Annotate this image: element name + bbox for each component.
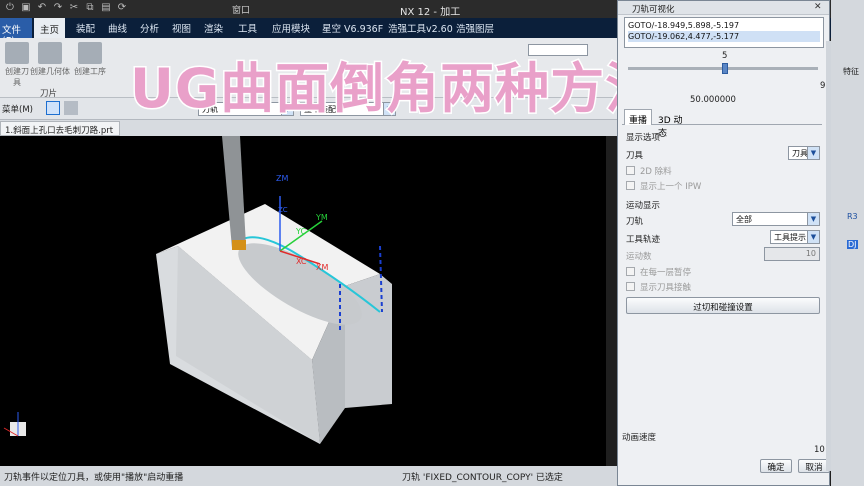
- tab-render[interactable]: 渲染: [204, 21, 223, 35]
- motion-count-label: 运动数: [626, 252, 652, 262]
- tab-assembly[interactable]: 装配: [76, 21, 95, 35]
- goto-line[interactable]: GOTO/-18.949,5.898,-5.197: [628, 20, 820, 31]
- chk-show-tool-contact[interactable]: [626, 282, 635, 291]
- menu-button[interactable]: 菜单(M): [2, 103, 33, 115]
- path-label: 刀轨: [626, 217, 644, 227]
- window-title: NX 12 - 加工: [400, 7, 461, 18]
- tab-app-modules[interactable]: 应用模块: [272, 21, 310, 35]
- tab-file[interactable]: 文件(F): [0, 18, 32, 47]
- motion-count-field[interactable]: 10: [764, 247, 820, 261]
- right-resource-bar: 特征 R3 DJ: [831, 0, 864, 486]
- tab-analysis[interactable]: 分析: [140, 21, 159, 35]
- close-icon[interactable]: ✕: [814, 2, 822, 12]
- tab-3d-dynamic[interactable]: 3D 动态: [654, 111, 694, 139]
- chk-show-prev-ipw-label: 显示上一个 IPW: [640, 182, 702, 192]
- create-tool-button[interactable]: 创建刀具: [2, 42, 32, 88]
- create-operation-label: 创建工序: [74, 67, 106, 76]
- undo-icon[interactable]: ↶: [36, 2, 48, 14]
- file-tab[interactable]: 1.斜面上孔口去毛刺刀路.prt: [0, 121, 120, 136]
- tool-icon: [5, 42, 29, 64]
- display-options-label: 显示选项: [626, 133, 661, 143]
- select-icon[interactable]: [46, 101, 60, 115]
- axis-zm: ZM: [276, 174, 288, 183]
- speed-slider-thumb[interactable]: [722, 63, 728, 74]
- axis-ym: YM: [315, 213, 328, 222]
- slider-value: 5: [722, 51, 728, 61]
- anim-speed-value: 10: [814, 445, 825, 455]
- operation-icon: [78, 42, 102, 64]
- tool-select[interactable]: 刀具 ▼: [788, 146, 820, 160]
- ok-button[interactable]: 确定: [760, 459, 792, 473]
- repeat-icon[interactable]: ⟳: [116, 2, 128, 14]
- goto-list[interactable]: GOTO/-18.949,5.898,-5.197 GOTO/-19.062,4…: [624, 17, 824, 48]
- tab-tools[interactable]: 工具: [238, 21, 257, 35]
- right-strip-feature: 特征: [843, 67, 859, 76]
- status-bar: 刀轨事件以定位刀具，或使用"播放"启动重播 刀轨 'FIXED_CONTOUR_…: [0, 466, 620, 486]
- tool-trace-select[interactable]: 工具提示 ▼: [770, 230, 820, 244]
- status-left: 刀轨事件以定位刀具，或使用"播放"启动重播: [4, 473, 184, 483]
- geometry-icon: [38, 42, 62, 64]
- create-geometry-button[interactable]: 创建几何体: [30, 42, 70, 77]
- tab-replay[interactable]: 重播: [624, 109, 652, 126]
- cut-icon[interactable]: ✂: [68, 2, 80, 14]
- tab-haoqiang-tools[interactable]: 浩强工具v2.60: [388, 21, 453, 35]
- graphics-viewport[interactable]: ZM YM XM YC XC ZC: [0, 136, 606, 466]
- chk-show-tool-contact-label: 显示刀具接触: [640, 283, 692, 293]
- copy-icon[interactable]: ⧉: [84, 2, 96, 14]
- chk-pause-each-level-label: 在每一层暂停: [640, 268, 692, 278]
- save-icon[interactable]: ▣: [20, 2, 32, 14]
- chk-2d-remove[interactable]: [626, 166, 635, 175]
- dialog-title: 刀轨可视化: [618, 1, 829, 15]
- dialog-blank-area: [620, 321, 828, 421]
- axis-xc: XC: [296, 257, 307, 266]
- window-menu[interactable]: 窗口: [232, 3, 250, 16]
- path-select[interactable]: 全部 ▼: [732, 212, 820, 226]
- create-geometry-label: 创建几何体: [30, 67, 70, 76]
- tab-view[interactable]: 视图: [172, 21, 191, 35]
- toolpath-visualization-dialog: 刀轨可视化 ✕ GOTO/-18.949,5.898,-5.197 GOTO/-…: [617, 0, 831, 486]
- video-overlay-title: UG曲面倒角两种方法: [128, 56, 661, 122]
- overcut-collision-button[interactable]: 过切和碰撞设置: [626, 297, 820, 314]
- snap-icon[interactable]: [64, 101, 78, 115]
- create-tool-label: 创建刀具: [5, 67, 29, 87]
- redo-icon[interactable]: ↷: [52, 2, 64, 14]
- status-right: 刀轨 'FIXED_CONTOUR_COPY' 已选定: [402, 473, 563, 483]
- paste-icon[interactable]: ▤: [100, 2, 112, 14]
- part-model: ZM YM XM YC XC ZC: [3, 136, 392, 444]
- dialog-tabs: 重播 3D 动态: [622, 109, 822, 139]
- goto-line[interactable]: GOTO/-19.062,4.477,-5.177: [628, 31, 820, 42]
- tab-xingkong[interactable]: 星空 V6.936F: [322, 21, 383, 35]
- partial-value: 50.000000: [690, 95, 736, 105]
- right-strip-dj: DJ: [847, 240, 858, 249]
- slider-max: 9: [820, 81, 826, 91]
- chk-show-prev-ipw[interactable]: [626, 181, 635, 190]
- tab-curve[interactable]: 曲线: [108, 21, 127, 35]
- axis-zc: ZC: [278, 206, 288, 214]
- tool-trace-label: 工具轨迹: [626, 235, 661, 245]
- right-strip-r3: R3: [847, 212, 858, 221]
- power-icon[interactable]: ⏻: [4, 2, 16, 14]
- create-operation-button[interactable]: 创建工序: [72, 42, 108, 77]
- chk-2d-remove-label: 2D 除料: [640, 167, 672, 177]
- axis-yc: YC: [295, 227, 306, 236]
- tab-home[interactable]: 主页: [34, 18, 66, 38]
- motion-display-label: 运动显示: [626, 201, 661, 211]
- chk-pause-each-level[interactable]: [626, 267, 635, 276]
- tool-label: 刀具: [626, 151, 644, 161]
- tab-haoqiang-layers[interactable]: 浩强图层: [456, 21, 494, 35]
- anim-speed-label: 动画速度: [622, 433, 657, 443]
- axis-xm: XM: [316, 263, 328, 272]
